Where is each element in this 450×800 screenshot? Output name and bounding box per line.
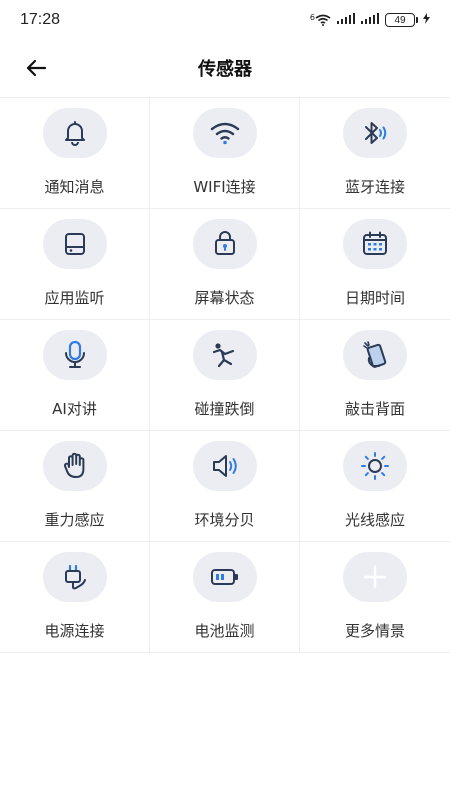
icon-circle — [42, 552, 107, 602]
sun-icon — [361, 452, 389, 480]
plug-icon — [64, 564, 86, 590]
sensor-label: 应用监听 — [44, 289, 105, 307]
wifi-status-icon: 6 — [310, 14, 331, 26]
sensor-label: 光线感应 — [344, 511, 405, 529]
battery-icon — [210, 569, 238, 585]
signal-icon-2 — [361, 13, 379, 27]
header: 传感器 — [0, 40, 450, 96]
status-time: 17:28 — [20, 11, 61, 28]
sensor-item-decibel[interactable]: 环境分贝 — [150, 431, 300, 542]
sensor-label: 敲击背面 — [344, 400, 405, 418]
tap-phone-icon — [363, 341, 387, 368]
charging-icon — [423, 13, 430, 27]
sensor-label: 蓝牙连接 — [344, 178, 405, 196]
sensor-item-notification[interactable]: 通知消息 — [0, 98, 150, 209]
icon-circle — [42, 330, 107, 380]
sensor-label: 屏幕状态 — [194, 289, 255, 307]
battery-indicator: 49 — [385, 13, 418, 27]
icon-circle — [343, 108, 407, 158]
sensor-label: 环境分贝 — [194, 511, 255, 529]
bell-icon — [64, 121, 85, 146]
sensor-item-light[interactable]: 光线感应 — [300, 431, 450, 542]
icon-circle — [343, 330, 407, 380]
sensor-item-power[interactable]: 电源连接 — [0, 542, 150, 653]
icon-circle — [192, 552, 257, 602]
sensor-item-bluetooth[interactable]: 蓝牙连接 — [300, 98, 450, 209]
page-title: 传感器 — [198, 59, 252, 80]
sensor-item-ai-intercom[interactable]: AI对讲 — [0, 320, 150, 431]
icon-circle — [192, 108, 257, 158]
bluetooth-icon — [365, 122, 387, 144]
back-button[interactable] — [20, 52, 52, 84]
speaker-icon — [212, 455, 237, 477]
sensor-grid: 通知消息 WIFI连接 蓝牙连接 应用监听 屏幕状态 日期时间 AI对讲 碰撞跌… — [0, 97, 450, 653]
microphone-icon — [64, 340, 85, 368]
signal-icon — [337, 13, 355, 27]
icon-circle — [192, 441, 257, 491]
sensor-label: 电源连接 — [44, 622, 105, 640]
icon-circle — [42, 219, 107, 269]
icon-circle — [42, 441, 107, 491]
wifi-icon — [210, 122, 239, 145]
sensor-label: 日期时间 — [344, 289, 405, 307]
sensor-item-collision-fall[interactable]: 碰撞跌倒 — [150, 320, 300, 431]
sensor-item-gravity[interactable]: 重力感应 — [0, 431, 150, 542]
icon-circle — [343, 219, 407, 269]
sensor-item-more[interactable]: 更多情景 — [300, 542, 450, 653]
sensor-label: 重力感应 — [44, 511, 105, 529]
sensor-item-date-time[interactable]: 日期时间 — [300, 209, 450, 320]
arrow-left-icon — [26, 59, 47, 77]
plus-icon — [363, 565, 387, 589]
fall-person-icon — [212, 343, 234, 368]
sensor-item-wifi[interactable]: WIFI连接 — [150, 98, 300, 209]
screen-lock-icon — [214, 231, 235, 255]
sensor-item-screen-state[interactable]: 屏幕状态 — [150, 209, 300, 320]
hand-icon — [63, 452, 84, 478]
icon-circle — [192, 219, 257, 269]
tablet-icon — [64, 233, 85, 255]
calendar-icon — [363, 231, 387, 255]
sensor-label: AI对讲 — [52, 400, 97, 418]
sensor-item-app-monitor[interactable]: 应用监听 — [0, 209, 150, 320]
icon-circle — [343, 552, 407, 602]
icon-circle — [192, 330, 257, 380]
sensor-label: 碰撞跌倒 — [194, 400, 255, 418]
icon-circle — [343, 441, 407, 491]
sensor-label: 通知消息 — [44, 178, 105, 196]
status-icons: 6 49 — [310, 13, 430, 27]
sensor-item-battery[interactable]: 电池监测 — [150, 542, 300, 653]
status-bar: 17:28 6 49 — [0, 0, 450, 40]
sensor-label: 电池监测 — [194, 622, 255, 640]
sensor-item-back-tap[interactable]: 敲击背面 — [300, 320, 450, 431]
sensor-label: 更多情景 — [344, 622, 405, 640]
sensor-label: WIFI连接 — [193, 178, 256, 196]
icon-circle — [42, 108, 107, 158]
